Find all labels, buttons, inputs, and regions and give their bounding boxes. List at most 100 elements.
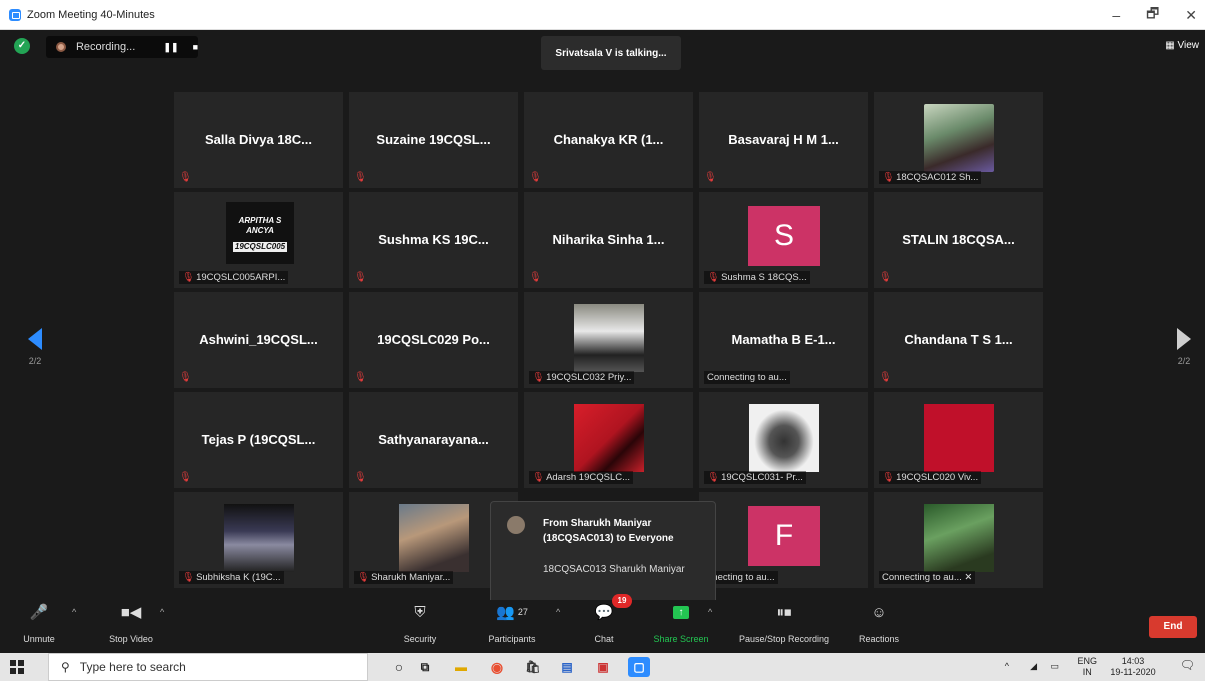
participant-name: Niharika Sinha 1... (552, 232, 665, 247)
next-page-button[interactable]: 2/2 (1169, 328, 1199, 366)
security-button[interactable]: ⛨ Security (396, 600, 444, 645)
muted-mic-icon: 🎙 (704, 172, 717, 183)
participants-options-chevron-icon[interactable]: ^ (556, 607, 560, 617)
participant-tile[interactable]: 🎙 19CQSLC032 Priy... (524, 292, 693, 388)
search-icon: ⚲ (61, 660, 70, 674)
participant-label: 🎙 18CQSAC012 Sh... (879, 171, 982, 184)
muted-mic-icon: 🎙 (354, 172, 367, 183)
zoom-taskbar-icon[interactable]: ▢ (628, 657, 650, 677)
video-camera-icon: ■◀ (120, 604, 142, 621)
video-options-chevron-icon[interactable]: ^ (160, 607, 164, 617)
participant-video (574, 304, 644, 372)
participant-label: 🎙 19CQSLC032 Priy... (529, 371, 635, 384)
participants-button[interactable]: 👥 27 Participants (480, 600, 544, 644)
participant-tile[interactable]: Suzaine 19CQSL... 🎙 (349, 92, 518, 188)
participant-tile[interactable]: ARPITHA S ANCYA 19CQSLC005 🎙 19CQSLC005ARP… (174, 192, 343, 288)
muted-mic-icon: 🎙 (882, 472, 895, 483)
muted-mic-icon: 🎙 (179, 472, 192, 483)
muted-mic-icon: 🎙 (882, 172, 895, 183)
powerpoint-icon[interactable]: ▣ (592, 657, 614, 677)
cortana-icon[interactable]: ○ (388, 657, 410, 677)
muted-mic-icon: 🎙 (357, 572, 370, 583)
end-meeting-button[interactable]: End (1149, 616, 1197, 638)
participant-tile[interactable]: 🎙 18CQSAC012 Sh... (874, 92, 1043, 188)
muted-mic-icon: 🎙 (879, 372, 892, 383)
windows-start-icon[interactable] (10, 660, 24, 674)
participant-label: 🎙 19CQSLC005ARPI... (179, 271, 289, 284)
clock[interactable]: 14:03 19-11-2020 (1105, 656, 1161, 678)
participant-label: 🎙 Sharukh Maniyar... (354, 571, 454, 584)
participant-video (924, 404, 994, 472)
participant-name: Chandana T S 1... (904, 332, 1013, 347)
participant-tile[interactable]: 🎙 19CQSLC031- Pr... (699, 392, 868, 488)
chat-sender: From Sharukh Maniyar (18CQSAC013) to Eve… (543, 518, 674, 544)
previous-page-button[interactable]: 2/2 (20, 328, 50, 366)
audio-options-chevron-icon[interactable]: ^ (72, 607, 76, 617)
participant-tile[interactable]: Niharika Sinha 1... 🎙 (524, 192, 693, 288)
notepad-icon[interactable]: ▤ (556, 657, 578, 677)
stop-video-button[interactable]: ■◀ Stop Video (98, 600, 164, 644)
participant-tile[interactable]: Mamatha B E-1... Connecting to au... (699, 292, 868, 388)
participant-name: Chanakya KR (1... (553, 132, 664, 147)
participant-name: Sathyanarayana... (378, 432, 489, 447)
participant-tile[interactable]: 🎙 Adarsh 19CQSLC... (524, 392, 693, 488)
participant-tile[interactable]: Sushma KS 19C... 🎙 (349, 192, 518, 288)
participant-tile[interactable]: Ashwini_19CQSL... 🎙 (174, 292, 343, 388)
participants-icon: 👥 27 (496, 604, 528, 621)
participant-video (574, 404, 644, 472)
grid-view-icon: ▦ (1165, 40, 1175, 51)
file-explorer-icon[interactable]: ▬ (450, 657, 472, 677)
tray-chevron-icon[interactable]: ^ (1005, 661, 1009, 672)
muted-mic-icon: 🎙 (879, 272, 892, 283)
participant-label: 🎙 Adarsh 19CQSLC... (529, 471, 634, 484)
task-view-icon[interactable]: ⧉ (414, 657, 436, 677)
participant-video (924, 504, 994, 572)
close-button[interactable]: ✕ (1185, 7, 1197, 24)
reactions-emoji-icon: ☺ (871, 603, 887, 621)
participant-tile[interactable]: Tejas P (19CQSL... 🎙 (174, 392, 343, 488)
muted-mic-icon: 🎙 (529, 172, 542, 183)
language-indicator[interactable]: ENG IN (1077, 656, 1097, 678)
window-titlebar: Zoom Meeting 40-Minutes – 🗗 ✕ (0, 0, 1205, 30)
participant-tile[interactable]: 🎙 19CQSLC020 Viv... (874, 392, 1043, 488)
participant-tile[interactable]: Salla Divya 18C... 🎙 (174, 92, 343, 188)
pause-stop-recording-button[interactable]: ⏸⏹ Pause/Stop Recording (728, 600, 840, 645)
battery-icon[interactable]: ▭ (1050, 661, 1059, 672)
participant-tile[interactable]: 🎙 Subhiksha K (19C... (174, 492, 343, 588)
pause-recording-icon[interactable]: ❚❚ (163, 42, 178, 53)
encryption-shield-icon[interactable]: ✓ (14, 38, 30, 54)
participant-tile[interactable]: Sathyanarayana... 🎙 (349, 392, 518, 488)
muted-mic-icon: 🎙 (707, 272, 720, 283)
muted-mic-icon: 🎙 (179, 372, 192, 383)
view-button[interactable]: ▦ View (1165, 40, 1199, 51)
chrome-icon[interactable]: ◉ (486, 657, 508, 677)
page-indicator-left: 2/2 (28, 356, 42, 366)
minimize-button[interactable]: – (1112, 7, 1120, 23)
participant-tile[interactable]: 19CQSLC029 Po... 🎙 (349, 292, 518, 388)
participant-tile[interactable]: Basavaraj H M 1... 🎙 (699, 92, 868, 188)
reactions-button[interactable]: ☺ Reactions (852, 600, 906, 645)
restore-button[interactable]: 🗗 (1146, 3, 1159, 27)
share-screen-button[interactable]: ↑ Share Screen (646, 600, 716, 644)
close-icon[interactable]: ✕ (964, 572, 972, 583)
participant-tile[interactable]: Chandana T S 1... 🎙 (874, 292, 1043, 388)
network-icon[interactable]: ◢ (1030, 661, 1037, 672)
notification-center-icon[interactable]: 🗨 (1180, 659, 1195, 671)
participant-tile[interactable]: S 🎙 Sushma S 18CQS... (699, 192, 868, 288)
taskbar-search-box[interactable]: ⚲ Type here to search (48, 653, 368, 681)
stop-recording-icon[interactable]: ■ (193, 42, 198, 52)
active-speaker-banner: Srivatsala V is talking... (541, 36, 681, 70)
muted-mic-icon: 🎙 (182, 272, 195, 283)
right-arrow-icon (1177, 328, 1191, 350)
participant-label: 🎙 Sushma S 18CQS... (704, 271, 810, 284)
participant-tile[interactable]: F nnecting to au... (699, 492, 868, 588)
participant-tile[interactable]: Chanakya KR (1... 🎙 (524, 92, 693, 188)
participant-name: STALIN 18CQSA... (902, 232, 1015, 247)
unmute-button[interactable]: 🎤 Unmute (14, 600, 64, 644)
windows-taskbar: ⚲ Type here to search ○ ⧉ ▬ ◉ 🛍 ▤ ▣ ▢ ^ … (0, 653, 1205, 681)
participant-tile[interactable]: Connecting to au... ✕ (874, 492, 1043, 588)
muted-mic-icon: 🎙 (354, 272, 367, 283)
store-icon[interactable]: 🛍 (522, 657, 544, 677)
participant-tile[interactable]: STALIN 18CQSA... 🎙 (874, 192, 1043, 288)
share-options-chevron-icon[interactable]: ^ (708, 607, 712, 617)
